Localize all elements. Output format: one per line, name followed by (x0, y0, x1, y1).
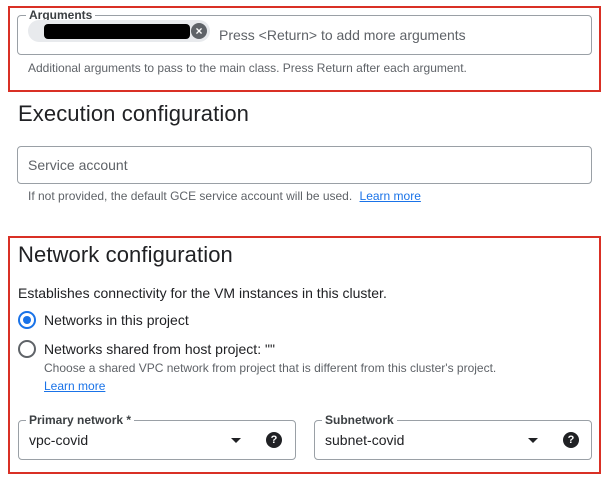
service-account-learn-more-link[interactable]: Learn more (360, 189, 421, 203)
service-account-field[interactable]: Service account (17, 146, 592, 184)
networks-shared-radio[interactable] (18, 340, 36, 358)
service-account-input[interactable]: Service account (28, 157, 128, 173)
network-config-heading: Network configuration (18, 242, 233, 267)
service-account-hint-row: If not provided, the default GCE service… (28, 189, 421, 203)
shared-network-hint: Choose a shared VPC network from project… (44, 361, 497, 375)
subnetwork-value: subnet-covid (325, 432, 405, 448)
subnetwork-select[interactable]: Subnetwork subnet-covid ? (314, 413, 592, 460)
primary-network-dropdown-icon[interactable] (231, 438, 241, 443)
argument-chip[interactable]: × (28, 20, 210, 42)
shared-network-learn-more-link[interactable]: Learn more (44, 379, 105, 393)
subnetwork-label: Subnetwork (322, 413, 397, 427)
arguments-field[interactable]: Arguments × Press <Return> to add more a… (17, 8, 592, 55)
networks-shared-label[interactable]: Networks shared from host project: "" (44, 341, 275, 357)
primary-network-label: Primary network * (26, 413, 135, 427)
subnetwork-dropdown-icon[interactable] (528, 438, 538, 443)
service-account-hint: If not provided, the default GCE service… (28, 189, 353, 203)
subnetwork-help-icon[interactable]: ? (563, 432, 579, 448)
arguments-input[interactable]: Press <Return> to add more arguments (219, 27, 466, 43)
primary-network-help-icon[interactable]: ? (266, 432, 282, 448)
primary-network-value: vpc-covid (29, 432, 89, 448)
arguments-hint: Additional arguments to pass to the main… (28, 61, 467, 75)
network-description: Establishes connectivity for the VM inst… (18, 285, 387, 301)
primary-network-select[interactable]: Primary network * vpc-covid ? (18, 413, 296, 460)
chip-close-icon[interactable]: × (191, 23, 207, 39)
execution-config-heading: Execution configuration (18, 101, 250, 126)
redacted-argument-text (44, 24, 190, 39)
networks-in-project-label[interactable]: Networks in this project (44, 312, 189, 328)
networks-in-project-radio[interactable] (18, 311, 36, 329)
